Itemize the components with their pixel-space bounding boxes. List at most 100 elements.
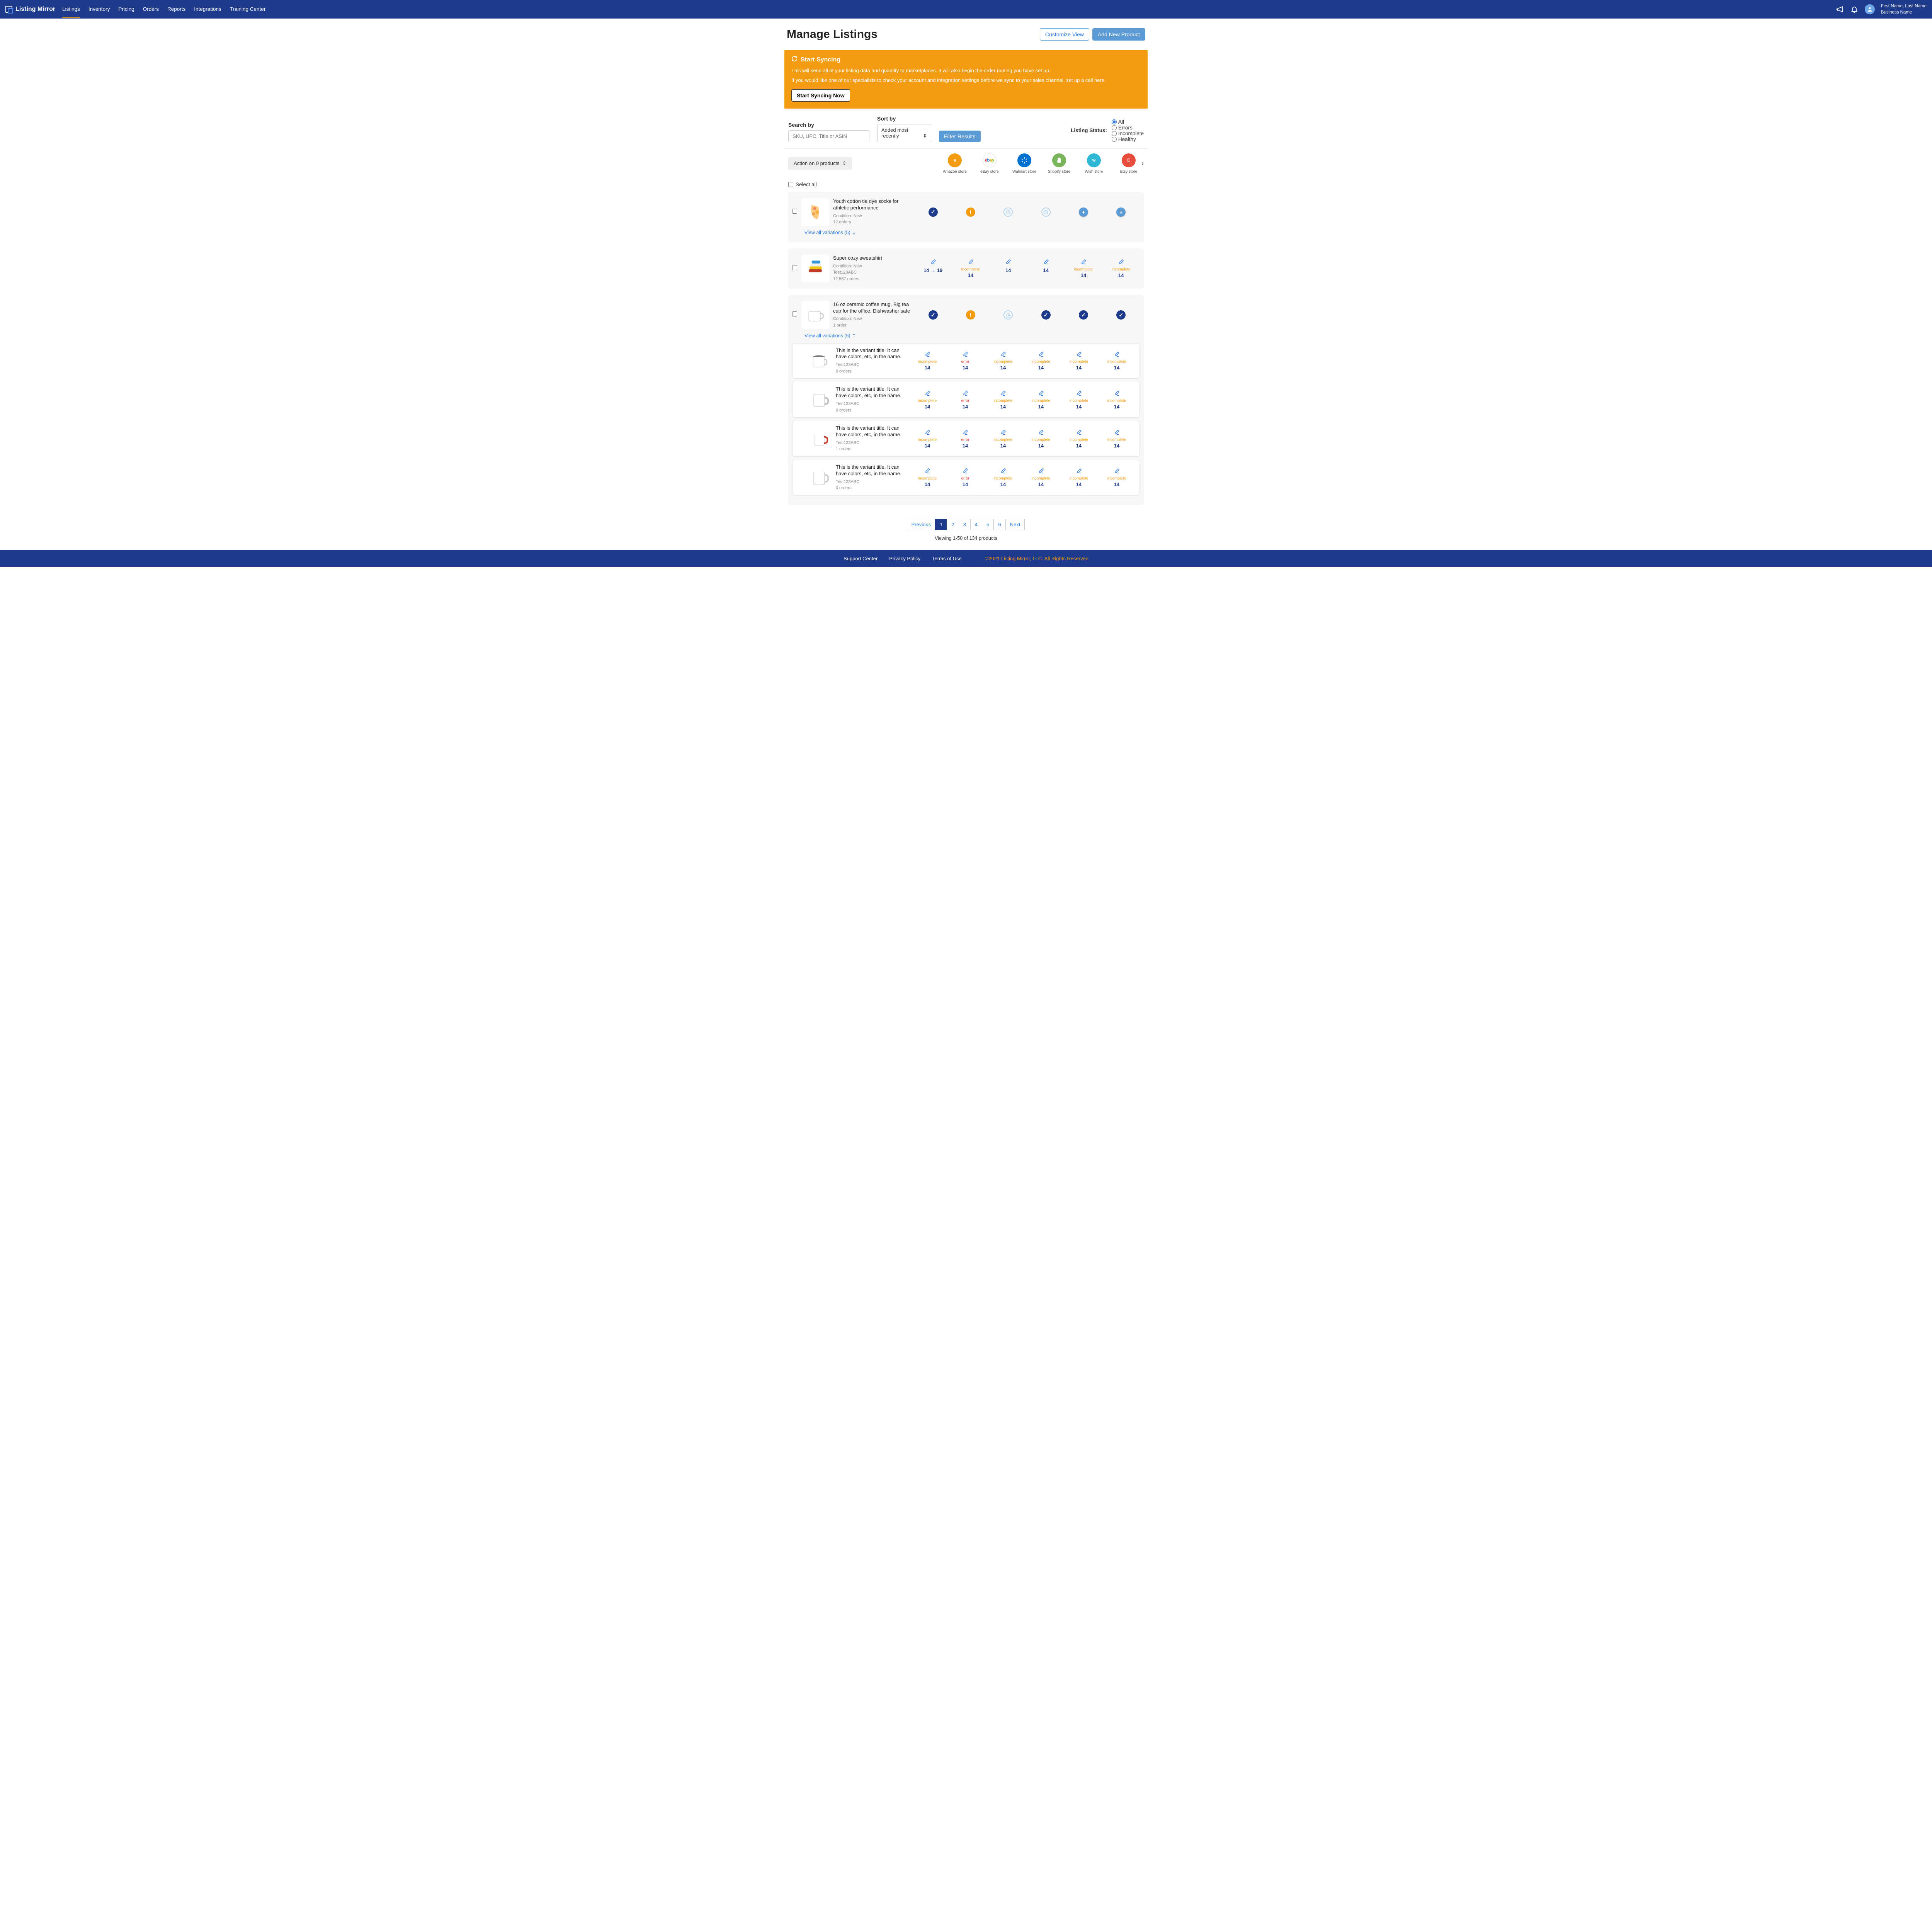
- status-cell[interactable]: incomplete14: [1104, 351, 1129, 371]
- store-wish[interactable]: wWish store: [1081, 153, 1107, 174]
- listing-title[interactable]: 16 oz ceramic coffee mug, Big tea cup fo…: [833, 301, 910, 315]
- variant-thumbnail[interactable]: [807, 465, 832, 490]
- status-cell[interactable]: incomplete14: [1028, 429, 1054, 449]
- page-next[interactable]: Next: [1005, 519, 1025, 530]
- store-walmart[interactable]: Walmart store: [1012, 153, 1037, 174]
- listing-thumbnail[interactable]: [801, 301, 829, 329]
- status-cell[interactable]: ✓: [1071, 310, 1096, 320]
- status-cell[interactable]: ✓: [1108, 310, 1134, 320]
- status-cell[interactable]: 14 → 19: [920, 259, 946, 278]
- status-cell[interactable]: incomplete14: [1066, 429, 1092, 449]
- footer-link-terms-of-use[interactable]: Terms of Use: [932, 556, 962, 561]
- select-all-checkbox[interactable]: [788, 182, 793, 187]
- status-radio-errors[interactable]: Errors: [1112, 125, 1144, 131]
- status-cell[interactable]: incomplete14: [990, 390, 1016, 410]
- bulk-action-select[interactable]: Action on 0 products ⇕: [788, 157, 852, 170]
- status-cell[interactable]: incomplete14: [1028, 390, 1054, 410]
- view-variations-link[interactable]: View all variations (5) ⌃: [804, 333, 856, 338]
- status-cell[interactable]: incomplete14: [1108, 259, 1134, 278]
- status-radio-all[interactable]: All: [1112, 119, 1144, 125]
- status-cell[interactable]: ◷: [995, 310, 1021, 320]
- add-new-product-button[interactable]: Add New Product: [1092, 28, 1145, 41]
- page-2[interactable]: 2: [947, 519, 959, 530]
- status-radio-incomplete[interactable]: Incomplete: [1112, 131, 1144, 136]
- page-3[interactable]: 3: [959, 519, 971, 530]
- listing-thumbnail[interactable]: [801, 255, 829, 282]
- status-cell[interactable]: ✓: [920, 310, 946, 320]
- view-variations-link[interactable]: View all variations (5) ⌄: [804, 230, 856, 236]
- status-cell[interactable]: !: [958, 207, 983, 217]
- status-cell[interactable]: incomplete14: [990, 351, 1016, 371]
- status-cell[interactable]: incomplete14: [1028, 351, 1054, 371]
- customize-view-button[interactable]: Customize View: [1040, 28, 1089, 41]
- nav-pricing[interactable]: Pricing: [118, 1, 134, 18]
- page-5[interactable]: 5: [982, 519, 994, 530]
- avatar[interactable]: [1865, 4, 1875, 14]
- status-cell[interactable]: ◷: [995, 207, 1021, 217]
- nav-listings[interactable]: Listings: [62, 1, 80, 18]
- status-cell[interactable]: incomplete14: [1071, 259, 1096, 278]
- nav-orders[interactable]: Orders: [143, 1, 159, 18]
- footer-link-support-center[interactable]: Support Center: [844, 556, 878, 561]
- store-shopify[interactable]: Shopify store: [1046, 153, 1072, 174]
- status-cell[interactable]: ◷: [1033, 207, 1059, 217]
- page-4[interactable]: 4: [970, 519, 982, 530]
- status-cell[interactable]: incomplete14: [1066, 468, 1092, 487]
- variant-thumbnail[interactable]: [807, 388, 832, 412]
- status-cell[interactable]: incomplete14: [1066, 390, 1092, 410]
- bell-icon[interactable]: [1850, 5, 1859, 14]
- status-cell[interactable]: error14: [952, 390, 978, 410]
- status-cell[interactable]: incomplete14: [990, 468, 1016, 487]
- store-ebay[interactable]: ebayeBay store: [977, 153, 1002, 174]
- page-1[interactable]: 1: [935, 519, 947, 530]
- variant-title[interactable]: This is the variant title. It can have c…: [836, 464, 905, 477]
- variant-title[interactable]: This is the variant title. It can have c…: [836, 425, 905, 438]
- nav-inventory[interactable]: Inventory: [88, 1, 110, 18]
- status-cell[interactable]: !: [958, 310, 983, 320]
- nav-reports[interactable]: Reports: [167, 1, 185, 18]
- page-6[interactable]: 6: [993, 519, 1005, 530]
- page-prev[interactable]: Previous: [907, 519, 936, 530]
- variant-thumbnail[interactable]: [807, 427, 832, 451]
- listing-title[interactable]: Youth cotton tie dye socks for athletic …: [833, 198, 910, 211]
- nav-training-center[interactable]: Training Center: [230, 1, 266, 18]
- status-cell[interactable]: incomplete14: [915, 351, 940, 371]
- listing-checkbox[interactable]: [792, 209, 797, 214]
- status-cell[interactable]: incomplete14: [1066, 351, 1092, 371]
- stores-next-icon[interactable]: ›: [1141, 160, 1144, 168]
- status-cell[interactable]: incomplete14: [1104, 468, 1129, 487]
- status-cell[interactable]: incomplete14: [1104, 390, 1129, 410]
- status-cell[interactable]: incomplete14: [1104, 429, 1129, 449]
- footer-link-privacy-policy[interactable]: Privacy Policy: [889, 556, 920, 561]
- status-cell[interactable]: incomplete14: [915, 390, 940, 410]
- logo[interactable]: Listing Mirror: [5, 6, 55, 13]
- store-amazon[interactable]: aAmazon store: [942, 153, 968, 174]
- status-cell[interactable]: error14: [952, 468, 978, 487]
- status-cell[interactable]: ✓: [1033, 310, 1059, 320]
- listing-checkbox[interactable]: [792, 265, 797, 270]
- variant-title[interactable]: This is the variant title. It can have c…: [836, 347, 905, 361]
- listing-thumbnail[interactable]: [801, 198, 829, 226]
- search-input[interactable]: [788, 130, 869, 142]
- nav-integrations[interactable]: Integrations: [194, 1, 221, 18]
- user-info[interactable]: First Name, Last Name Business Name: [1881, 3, 1927, 15]
- announce-icon[interactable]: [1835, 5, 1844, 14]
- status-cell[interactable]: +: [1071, 207, 1096, 217]
- status-cell[interactable]: incomplete14: [958, 259, 983, 278]
- status-cell[interactable]: 14: [1033, 259, 1059, 278]
- filter-results-button[interactable]: Filter Results: [939, 131, 981, 142]
- status-cell[interactable]: incomplete14: [915, 429, 940, 449]
- listing-title[interactable]: Super cozy sweatshirt: [833, 255, 910, 262]
- start-syncing-button[interactable]: Start Syncing Now: [791, 89, 850, 102]
- status-cell[interactable]: incomplete14: [1028, 468, 1054, 487]
- variant-thumbnail[interactable]: [807, 349, 832, 373]
- store-etsy[interactable]: EEtsy store: [1116, 153, 1141, 174]
- status-cell[interactable]: 14: [995, 259, 1021, 278]
- status-cell[interactable]: incomplete14: [915, 468, 940, 487]
- status-cell[interactable]: incomplete14: [990, 429, 1016, 449]
- status-cell[interactable]: ✓: [920, 207, 946, 217]
- status-cell[interactable]: +: [1108, 207, 1134, 217]
- status-cell[interactable]: error14: [952, 429, 978, 449]
- variant-title[interactable]: This is the variant title. It can have c…: [836, 386, 905, 399]
- status-cell[interactable]: error14: [952, 351, 978, 371]
